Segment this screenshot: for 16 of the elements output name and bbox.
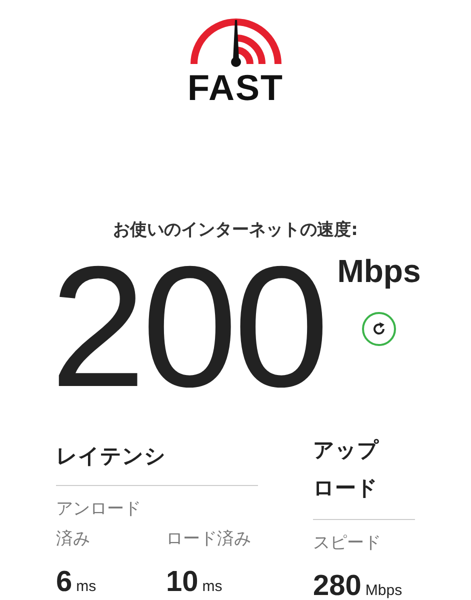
stat-value: 10 [166, 566, 198, 598]
speed-heading: お使いのインターネットの速度: [113, 219, 358, 241]
logo-text: FAST [187, 70, 284, 106]
speed-unit: Mbps [337, 253, 421, 290]
stat-unit: ms [76, 578, 96, 595]
upload-title: アップロード [313, 437, 380, 502]
stat-label: スピード [313, 532, 382, 555]
stat-value: 6 [56, 566, 72, 598]
speed-value: 200 [50, 245, 326, 409]
stat-label: ロード済み [166, 528, 251, 551]
stat-unit: Mbps [365, 582, 402, 599]
stat-value: 280 [313, 570, 362, 600]
stat-label: アンロード済み [56, 498, 142, 551]
latency-title: レイテンシ [56, 443, 167, 470]
stat-unit: ms [202, 578, 222, 595]
refresh-button[interactable] [362, 312, 396, 346]
